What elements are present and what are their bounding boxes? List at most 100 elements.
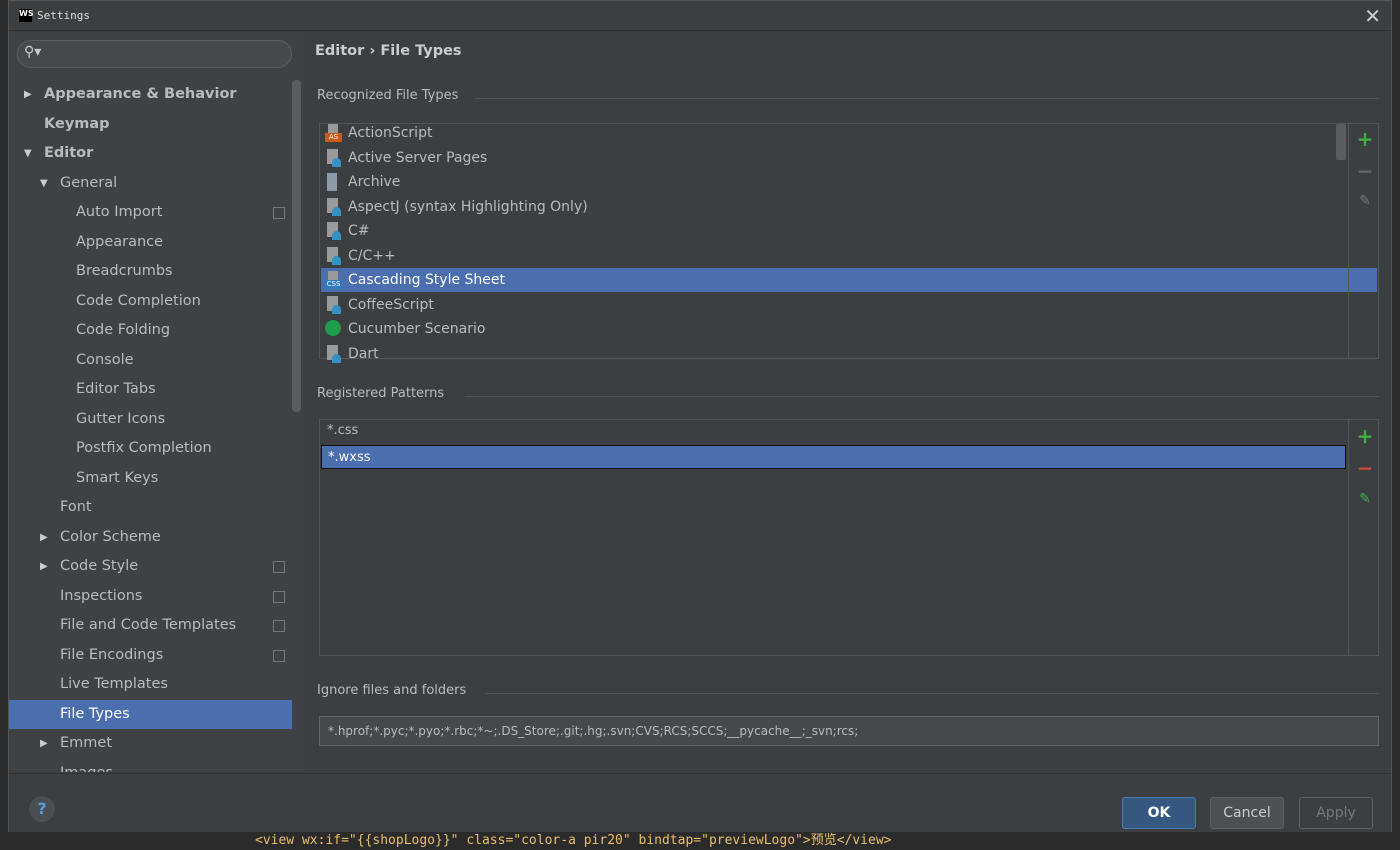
sidebar-item-label: Smart Keys <box>76 469 159 486</box>
file-type-label: AspectJ (syntax Highlighting Only) <box>348 198 588 215</box>
chevron-right-icon[interactable]: ▶ <box>40 523 48 552</box>
sidebar-item-file-encodings[interactable]: File Encodings <box>9 641 292 670</box>
edit-pattern-button[interactable]: ✎ <box>1356 490 1374 508</box>
sidebar-item-label: Emmet <box>60 735 113 751</box>
sidebar-item-editor[interactable]: ▼ Editor <box>9 139 292 168</box>
file-type-icon <box>325 197 341 216</box>
sidebar-item-appearance[interactable]: Appearance <box>9 228 292 257</box>
chevron-right-icon[interactable]: ▶ <box>40 552 48 581</box>
file-type-row[interactable]: Archive <box>321 170 1377 194</box>
file-type-label: C# <box>348 223 370 239</box>
chevron-right-icon[interactable]: ▶ <box>24 80 32 109</box>
sidebar-item-console[interactable]: Console <box>9 346 292 375</box>
file-type-row[interactable]: AspectJ (syntax Highlighting Only) <box>321 195 1377 219</box>
close-icon[interactable]: ✕ <box>1364 4 1381 28</box>
sidebar-item-gutter-icons[interactable]: Gutter Icons <box>9 405 292 434</box>
search-icon: ⚲▾ <box>24 44 42 60</box>
breadcrumb: Editor › File Types <box>315 43 462 59</box>
sidebar-item-emmet[interactable]: ▶ Emmet <box>9 729 292 758</box>
file-type-row[interactable]: Cucumber Scenario <box>321 317 1377 341</box>
file-type-icon <box>325 344 341 363</box>
sidebar-item-label: Code Folding <box>76 322 171 338</box>
sidebar-item-label: Breadcrumbs <box>76 263 173 279</box>
dialog-footer: ? OK Cancel Apply <box>9 773 1391 833</box>
sidebar-item-code-folding[interactable]: Code Folding <box>9 316 292 345</box>
search-input[interactable]: ⚲▾ <box>17 40 292 68</box>
sidebar-item-file-types[interactable]: File Types <box>9 699 292 729</box>
sidebar-item-label: Editor <box>44 145 94 161</box>
sidebar-item-file-and-code-templates[interactable]: File and Code Templates <box>9 611 292 640</box>
sidebar-item-live-templates[interactable]: Live Templates <box>9 670 292 699</box>
recognized-file-types-label: Recognized File Types <box>317 88 459 103</box>
ignore-files-input[interactable]: *.hprof;*.pyc;*.pyo;*.rbc;*~;.DS_Store;.… <box>319 716 1379 746</box>
chevron-right-icon[interactable]: ▶ <box>40 729 48 758</box>
remove-file-type-button[interactable]: − <box>1356 161 1374 181</box>
sidebar-item-label: File Encodings <box>60 646 164 663</box>
sidebar-item-breadcrumbs[interactable]: Breadcrumbs <box>9 257 292 286</box>
cancel-button[interactable]: Cancel <box>1210 797 1284 829</box>
patterns-list[interactable]: *.css *.wxss + − ✎ <box>319 419 1379 656</box>
ok-button[interactable]: OK <box>1122 797 1196 829</box>
sidebar-item-inspections[interactable]: Inspections <box>9 582 292 611</box>
sidebar-item-postfix-completion[interactable]: Postfix Completion <box>9 434 292 463</box>
add-pattern-button[interactable]: + <box>1356 426 1374 446</box>
cucumber-icon <box>325 320 341 336</box>
chevron-down-icon[interactable]: ▼ <box>24 139 32 168</box>
actionscript-icon: AS <box>325 124 342 142</box>
file-type-row[interactable]: AS ActionScript <box>321 121 1377 145</box>
file-types-list[interactable]: AS ActionScript Active Server Pages Archive… <box>319 121 1379 363</box>
sidebar-item-label: Console <box>76 351 134 368</box>
sidebar-item-label: File and Code Templates <box>60 617 237 633</box>
add-file-type-button[interactable]: + <box>1356 129 1374 149</box>
sidebar-item-appearance-behavior[interactable]: ▶ Appearance & Behavior <box>9 80 292 109</box>
background-editor-code: <view wx:if="{{shopLogo}}" class="color-… <box>0 832 1400 850</box>
sidebar-item-label: Auto Import <box>76 204 163 220</box>
sidebar-item-label: Code Style <box>60 558 139 574</box>
sidebar-item-label: Font <box>60 499 92 515</box>
sidebar-item-smart-keys[interactable]: Smart Keys <box>9 464 292 493</box>
sidebar-item-label: Postfix Completion <box>76 440 212 456</box>
sidebar-item-code-completion[interactable]: Code Completion <box>9 287 292 316</box>
sidebar-item-code-style[interactable]: ▶ Code Style <box>9 552 292 581</box>
sidebar-item-label: Color Scheme <box>60 528 161 545</box>
file-type-row[interactable]: C# <box>321 219 1377 243</box>
sidebar-item-label: Images <box>60 759 113 773</box>
file-type-row[interactable]: CSS Cascading Style Sheet <box>321 268 1377 292</box>
file-type-label: Cucumber Scenario <box>348 321 486 337</box>
archive-icon <box>327 173 337 191</box>
help-button[interactable]: ? <box>29 796 55 822</box>
apply-button[interactable]: Apply <box>1299 797 1373 829</box>
file-type-row[interactable]: C/C++ <box>321 244 1377 268</box>
file-type-icon <box>325 148 341 167</box>
sidebar-item-general[interactable]: ▼ General <box>9 169 292 198</box>
settings-dialog: WS Settings ✕ ⚲▾ ▶ Appearance & Behavior K… <box>8 0 1392 833</box>
pattern-row[interactable]: *.css <box>321 419 1346 443</box>
registered-patterns-label: Registered Patterns <box>317 386 445 401</box>
sidebar-item-label: Appearance & Behavior <box>44 86 237 102</box>
sidebar-item-editor-tabs[interactable]: Editor Tabs <box>9 375 292 404</box>
sidebar-item-keymap[interactable]: Keymap <box>9 110 292 139</box>
file-types-scrollbar[interactable] <box>1336 124 1346 160</box>
sidebar-item-label: Gutter Icons <box>76 410 166 427</box>
file-type-row[interactable]: Active Server Pages <box>321 146 1377 170</box>
divider <box>1348 124 1349 358</box>
coffeescript-icon <box>325 295 341 314</box>
sidebar-item-color-scheme[interactable]: ▶ Color Scheme <box>9 523 292 552</box>
sidebar-scrollbar[interactable] <box>292 80 301 412</box>
file-type-label: CoffeeScript <box>348 296 434 313</box>
project-settings-icon <box>273 561 285 573</box>
remove-pattern-button[interactable]: − <box>1356 458 1374 478</box>
edit-file-type-button[interactable]: ✎ <box>1356 192 1374 210</box>
settings-sidebar: ⚲▾ ▶ Appearance & Behavior Keymap ▼ Editor ▼ G… <box>9 32 304 772</box>
sidebar-item-images[interactable]: Images <box>9 759 292 773</box>
file-type-row[interactable]: Dart <box>321 342 1377 366</box>
sidebar-item-label: Live Templates <box>60 676 168 692</box>
sidebar-item-font[interactable]: Font <box>9 493 292 522</box>
divider <box>465 396 1379 397</box>
file-type-row[interactable]: CoffeeScript <box>321 293 1377 317</box>
sidebar-item-auto-import[interactable]: Auto Import <box>9 198 292 227</box>
chevron-down-icon[interactable]: ▼ <box>40 169 48 198</box>
pattern-row[interactable]: *.wxss <box>321 444 1346 469</box>
divider <box>485 693 1379 694</box>
sidebar-item-label: File Types <box>60 705 130 722</box>
